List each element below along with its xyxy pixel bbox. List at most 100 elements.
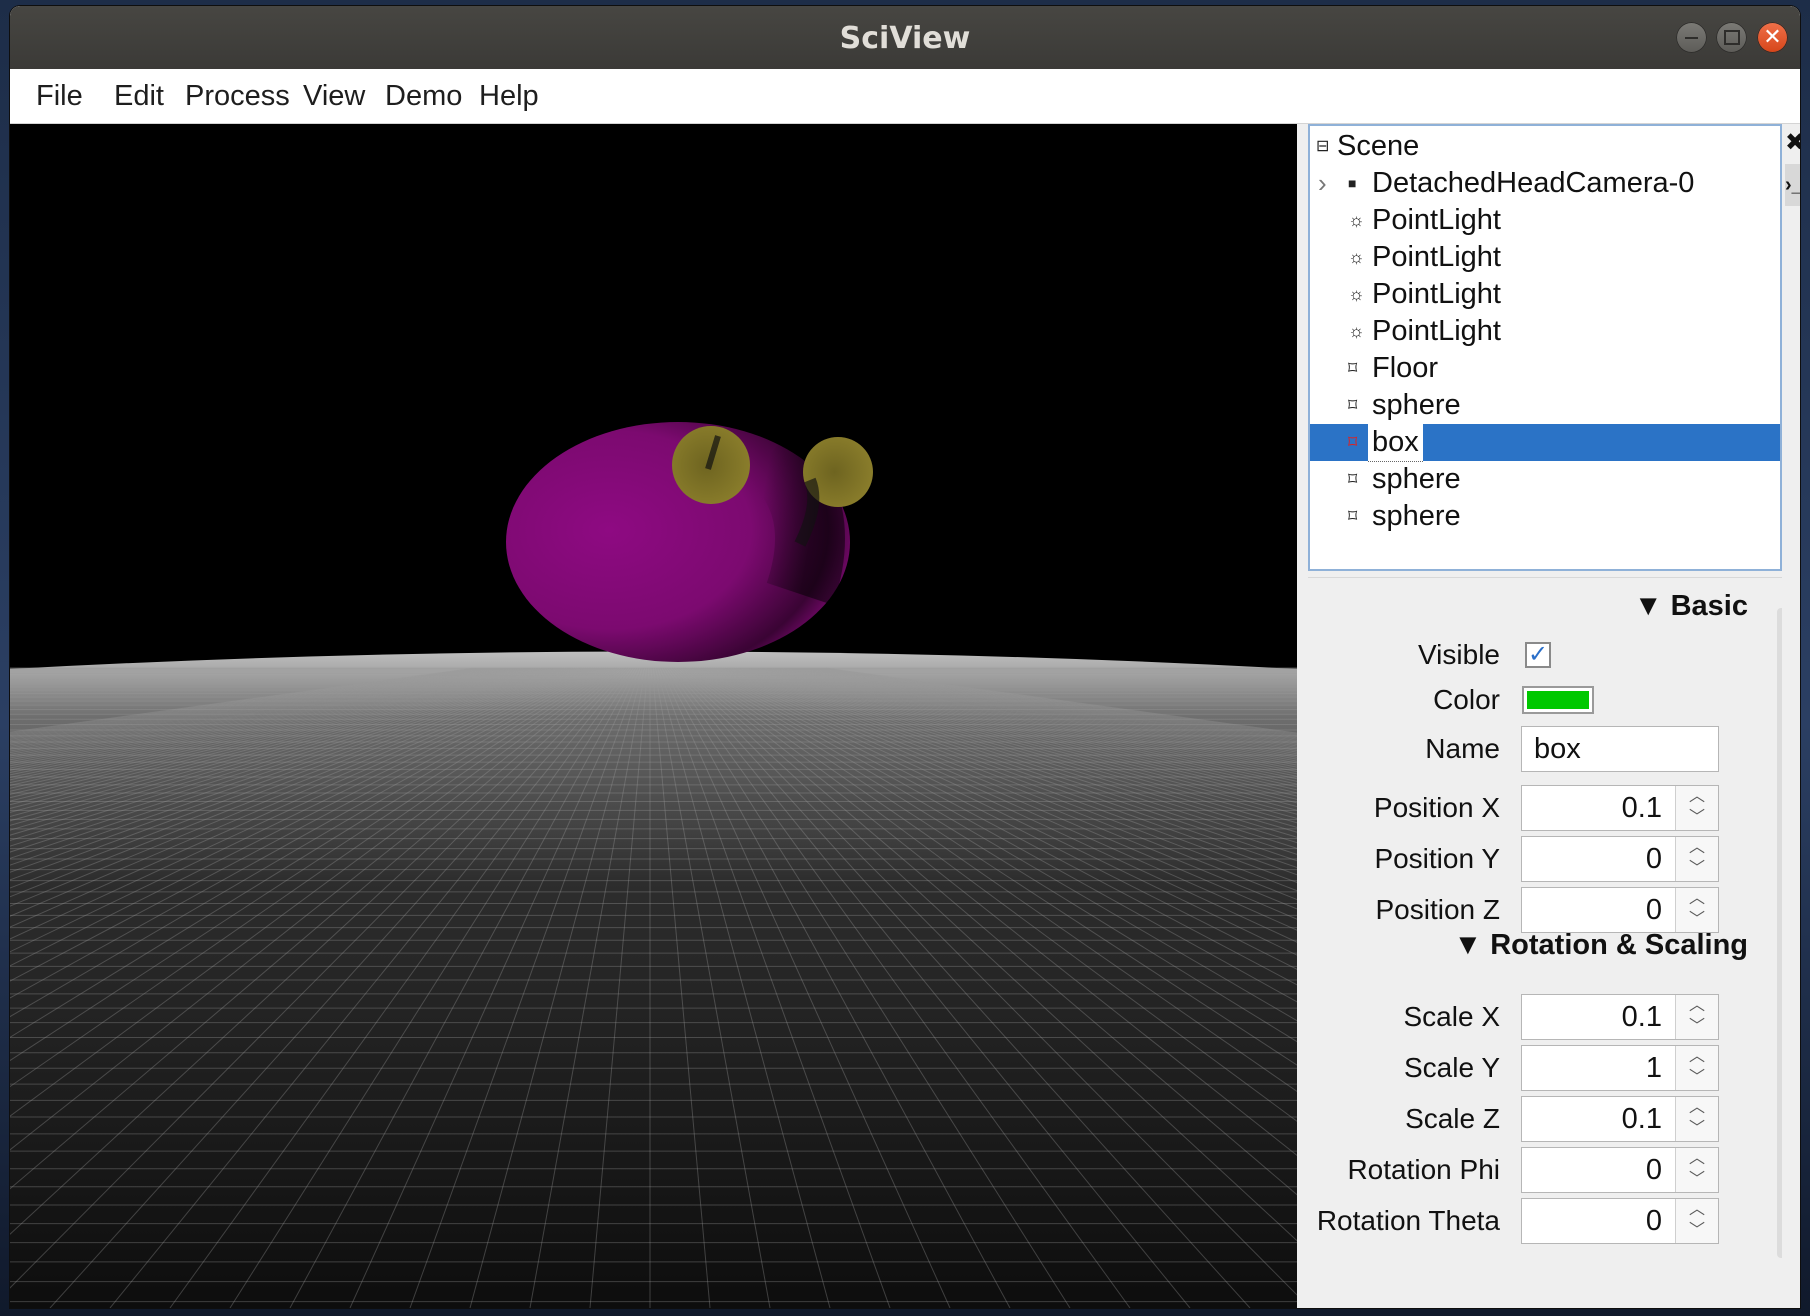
- chevron-up-icon[interactable]: ︿: [1676, 1149, 1718, 1169]
- light-icon: ☼: [1348, 284, 1365, 304]
- position-y-value[interactable]: 0: [1522, 837, 1674, 881]
- tree-item[interactable]: ☼ PointLight: [1310, 202, 1780, 239]
- menu-bar: File Edit Process View Demo Help: [10, 69, 1800, 124]
- scale-x-label: Scale X: [1403, 1001, 1501, 1032]
- chevron-down-icon[interactable]: ﹀: [1676, 1170, 1718, 1190]
- tree-root-label: Scene: [1337, 130, 1420, 162]
- mesh-icon: ⌑: [1348, 358, 1358, 378]
- position-y-spinner[interactable]: 0 ︿ ﹀: [1521, 836, 1719, 882]
- tree-item[interactable]: ⌑ sphere: [1310, 387, 1780, 424]
- tree-item-label: PointLight: [1372, 278, 1501, 310]
- chevron-down-icon[interactable]: ﹀: [1676, 808, 1718, 828]
- tree-item-label: Floor: [1372, 352, 1439, 384]
- section-basic-header[interactable]: ▼ Basic: [1634, 586, 1748, 626]
- chevron-up-icon[interactable]: ︿: [1676, 787, 1718, 807]
- chevron-up-icon[interactable]: ︿: [1676, 996, 1718, 1016]
- rotation-theta-value[interactable]: 0: [1522, 1199, 1674, 1243]
- tree-item[interactable]: ☼ PointLight: [1310, 239, 1780, 276]
- color-fill: [1527, 691, 1589, 709]
- properties-panel: ▼ Basic Visible ✓ Color Name box Positio…: [1308, 577, 1782, 1308]
- tree-item[interactable]: ☼ PointLight: [1310, 313, 1780, 350]
- scale-z-value[interactable]: 0.1: [1522, 1097, 1674, 1141]
- close-panel-icon[interactable]: ✖: [1785, 128, 1800, 158]
- scale-y-label: Scale Y: [1404, 1052, 1500, 1083]
- tree-item-label: PointLight: [1372, 241, 1501, 273]
- tree-item[interactable]: ⌑ box: [1310, 424, 1780, 462]
- properties-scrollbar[interactable]: [1777, 608, 1782, 1258]
- chevron-up-icon[interactable]: ︿: [1676, 1098, 1718, 1118]
- chevron-down-icon[interactable]: ﹀: [1676, 859, 1718, 879]
- visible-checkbox[interactable]: ✓: [1525, 642, 1551, 668]
- collapse-icon[interactable]: ⊟: [1316, 128, 1329, 165]
- scale-y-spinner[interactable]: 1 ︿ ﹀: [1521, 1045, 1719, 1091]
- title-bar[interactable]: SciView ✕: [10, 6, 1800, 69]
- name-field[interactable]: box: [1521, 726, 1719, 772]
- camera-icon: ■: [1348, 175, 1357, 191]
- rotation-theta-spinner[interactable]: 0 ︿ ﹀: [1521, 1198, 1719, 1244]
- tree-root-scene[interactable]: ⊟ Scene: [1310, 128, 1780, 165]
- sphere-small-1: [672, 426, 750, 504]
- maximize-button[interactable]: [1716, 22, 1747, 53]
- section-rotation-scaling-header[interactable]: ▼ Rotation & Scaling: [1453, 925, 1748, 965]
- rotation-phi-spinner[interactable]: 0 ︿ ﹀: [1521, 1147, 1719, 1193]
- minimize-icon: [1685, 37, 1698, 39]
- tree-item[interactable]: ⌑ Floor: [1310, 350, 1780, 387]
- sciview-window: SciView ✕ File Edit Process View Demo He…: [10, 6, 1800, 1308]
- rotation-phi-label: Rotation Phi: [1347, 1154, 1500, 1185]
- chevron-up-icon[interactable]: ︿: [1676, 1047, 1718, 1067]
- tree-item[interactable]: ⌑ sphere: [1310, 498, 1780, 535]
- window-title: SciView: [839, 21, 971, 56]
- scale-z-spinner[interactable]: 0.1 ︿ ﹀: [1521, 1096, 1719, 1142]
- chevron-up-icon[interactable]: ︿: [1676, 1200, 1718, 1220]
- menu-demo[interactable]: Demo: [371, 69, 476, 123]
- menu-edit[interactable]: Edit: [100, 69, 178, 123]
- side-toolbar: ✖ ›_: [1784, 124, 1800, 1308]
- chevron-down-icon[interactable]: ﹀: [1676, 1119, 1718, 1139]
- mesh-icon: ⌑: [1348, 395, 1358, 415]
- scene-tree[interactable]: ⊟ Scene › ■ DetachedHeadCamera-0 ☼ PointLigh…: [1308, 124, 1782, 571]
- chevron-up-icon[interactable]: ︿: [1676, 889, 1718, 909]
- color-label: Color: [1433, 684, 1500, 715]
- rotation-theta-label: Rotation Theta: [1316, 1205, 1500, 1236]
- menu-file[interactable]: File: [22, 69, 97, 123]
- scale-y-value[interactable]: 1: [1522, 1046, 1674, 1090]
- tree-item[interactable]: ⌑ sphere: [1310, 461, 1780, 498]
- chevron-up-icon[interactable]: ︿: [1676, 838, 1718, 858]
- menu-view[interactable]: View: [289, 69, 379, 123]
- rotation-phi-value[interactable]: 0: [1522, 1148, 1674, 1192]
- tree-item[interactable]: › ■ DetachedHeadCamera-0: [1310, 165, 1780, 202]
- position-x-label: Position X: [1373, 792, 1500, 823]
- scale-z-label: Scale Z: [1405, 1103, 1500, 1134]
- position-x-spinner[interactable]: 0.1 ︿ ﹀: [1521, 785, 1719, 831]
- scene-render: [10, 124, 1297, 1308]
- color-swatch[interactable]: [1522, 686, 1594, 714]
- chevron-down-icon[interactable]: ﹀: [1676, 1017, 1718, 1037]
- chevron-down-icon[interactable]: ﹀: [1676, 1068, 1718, 1088]
- menu-help[interactable]: Help: [465, 69, 553, 123]
- position-y-label: Position Y: [1374, 843, 1500, 874]
- 3d-viewport[interactable]: [10, 124, 1297, 1308]
- menu-process[interactable]: Process: [171, 69, 304, 123]
- console-icon[interactable]: ›_: [1785, 164, 1800, 206]
- tree-item-label: sphere: [1372, 463, 1461, 495]
- scale-x-spinner[interactable]: 0.1 ︿ ﹀: [1521, 994, 1719, 1040]
- light-icon: ☼: [1348, 247, 1365, 267]
- close-icon: ✕: [1763, 25, 1782, 50]
- check-icon: ✓: [1527, 641, 1549, 668]
- chevron-right-icon[interactable]: ›: [1318, 165, 1327, 202]
- tree-item[interactable]: ☼ PointLight: [1310, 276, 1780, 313]
- mesh-icon: ⌑: [1348, 469, 1358, 489]
- mesh-icon: ⌑: [1348, 506, 1358, 526]
- scale-x-value[interactable]: 0.1: [1522, 995, 1674, 1039]
- chevron-down-icon[interactable]: ﹀: [1676, 1221, 1718, 1241]
- close-button[interactable]: ✕: [1757, 22, 1788, 53]
- tree-item-label: sphere: [1372, 500, 1461, 532]
- minimize-button[interactable]: [1676, 22, 1707, 53]
- name-label: Name: [1425, 733, 1500, 764]
- tree-item-label: PointLight: [1372, 315, 1501, 347]
- mesh-icon: ⌑: [1348, 432, 1358, 452]
- position-x-value[interactable]: 0.1: [1522, 786, 1674, 830]
- position-z-label: Position Z: [1375, 894, 1501, 925]
- tree-item-label: DetachedHeadCamera-0: [1372, 167, 1695, 199]
- inspector-panel: ⊟ Scene › ■ DetachedHeadCamera-0 ☼ PointLigh…: [1297, 124, 1800, 1308]
